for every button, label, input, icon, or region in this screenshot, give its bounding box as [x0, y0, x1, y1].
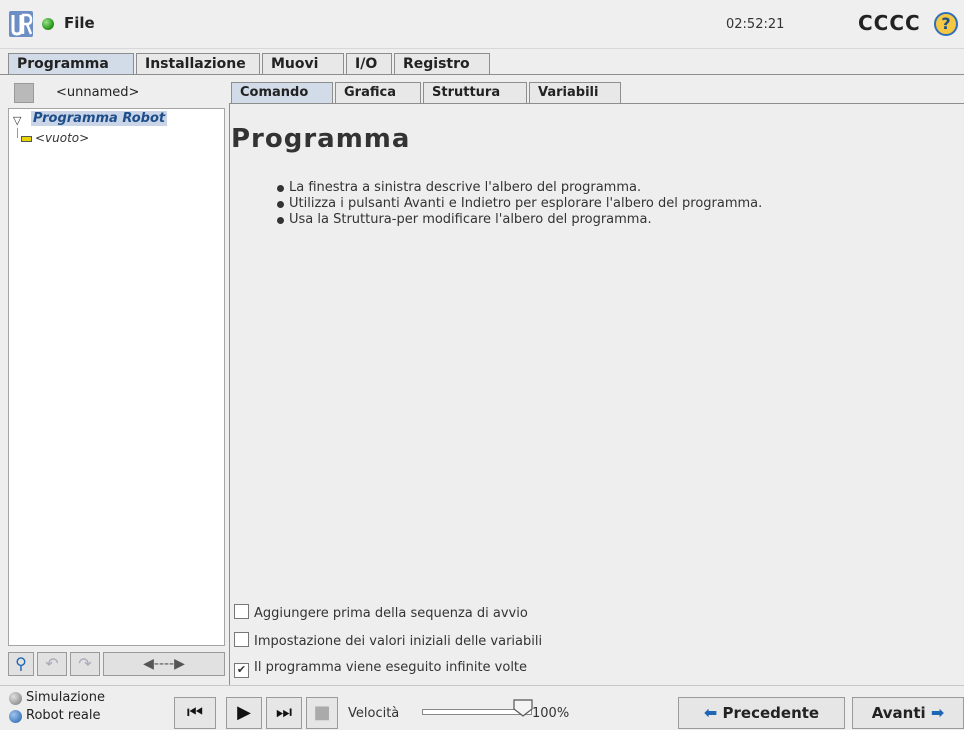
undo-icon[interactable]: ↶ [37, 652, 67, 676]
real-robot-radio-icon[interactable] [9, 710, 22, 723]
speed-value: 100% [532, 706, 570, 721]
search-icon[interactable]: ⚲ [8, 652, 34, 676]
checkbox[interactable] [234, 604, 249, 619]
program-name: <unnamed> [56, 85, 140, 100]
page-title: Programma [231, 124, 411, 154]
tab-struttura[interactable]: Struttura [423, 82, 527, 103]
help-icon[interactable]: ? [934, 12, 958, 36]
tree-connector [17, 128, 18, 138]
ur-logo-icon [9, 11, 33, 37]
tab-grafica[interactable]: Grafica [335, 82, 421, 103]
program-tree[interactable]: ▽ Programma Robot <vuoto> [8, 108, 225, 646]
checkbox[interactable] [234, 632, 249, 647]
tab-programma[interactable]: Programma [8, 53, 134, 75]
option-init-variables[interactable]: Impostazione dei valori iniziali delle v… [234, 632, 542, 649]
tab-divider [0, 74, 964, 75]
option-loop-forever[interactable]: ✔ Il programma viene eseguito infinite vo… [234, 660, 527, 678]
previous-label: Precedente [722, 704, 820, 722]
tab-variabili[interactable]: Variabili [529, 82, 621, 103]
speed-label: Velocità [348, 706, 400, 721]
stop-icon[interactable]: ■ [306, 697, 338, 729]
next-button[interactable]: Avanti ➡ [852, 697, 964, 729]
robot-name: CCCC [858, 11, 921, 35]
empty-node-icon [21, 136, 32, 142]
rewind-icon[interactable]: ⏮ [174, 697, 216, 729]
clock: 02:52:21 [726, 17, 785, 32]
simulation-radio-icon[interactable] [9, 692, 22, 705]
arrow-left-icon: ⬅ [703, 703, 718, 722]
arrow-right-icon: ➡ [930, 703, 945, 722]
tree-child-node[interactable]: <vuoto> [35, 131, 89, 145]
step-icon[interactable]: ⏭ [266, 697, 302, 729]
next-label: Avanti [871, 704, 926, 722]
option-label: Aggiungere prima della sequenza di avvio [254, 606, 528, 621]
tab-installazione[interactable]: Installazione [136, 53, 260, 75]
checkbox-checked[interactable]: ✔ [234, 663, 249, 678]
top-bar [0, 0, 964, 49]
option-before-start[interactable]: Aggiungere prima della sequenza di avvio [234, 604, 528, 621]
info-item: La finestra a sinistra descrive l'albero… [276, 180, 836, 196]
simulation-label[interactable]: Simulazione [26, 690, 105, 705]
info-item: Usa la Struttura-per modificare l'albero… [276, 212, 836, 228]
tab-muovi[interactable]: Muovi [262, 53, 344, 75]
file-menu[interactable]: File [64, 14, 95, 32]
info-list: La finestra a sinistra descrive l'albero… [276, 180, 836, 228]
previous-button[interactable]: ⬅ Precedente [678, 697, 845, 729]
play-icon[interactable]: ▶ [226, 697, 262, 729]
tab-registro[interactable]: Registro [394, 53, 490, 75]
real-robot-label[interactable]: Robot reale [26, 708, 100, 723]
save-icon[interactable] [14, 83, 34, 103]
redo-icon[interactable]: ↷ [70, 652, 100, 676]
expand-triangle-icon[interactable]: ▽ [13, 114, 21, 127]
tab-io[interactable]: I/O [346, 53, 392, 75]
option-label: Il programma viene eseguito infinite vol… [254, 660, 528, 675]
drag-move-icon[interactable]: ◀----▶ [103, 652, 225, 676]
speed-slider-handle[interactable] [512, 699, 534, 717]
tree-root-node[interactable]: Programma Robot [31, 111, 168, 126]
info-item: Utilizza i pulsanti Avanti e Indietro pe… [276, 196, 836, 212]
option-label: Impostazione dei valori iniziali delle v… [254, 634, 543, 649]
tab-comando[interactable]: Comando [231, 82, 333, 103]
robot-status-icon [42, 18, 54, 30]
